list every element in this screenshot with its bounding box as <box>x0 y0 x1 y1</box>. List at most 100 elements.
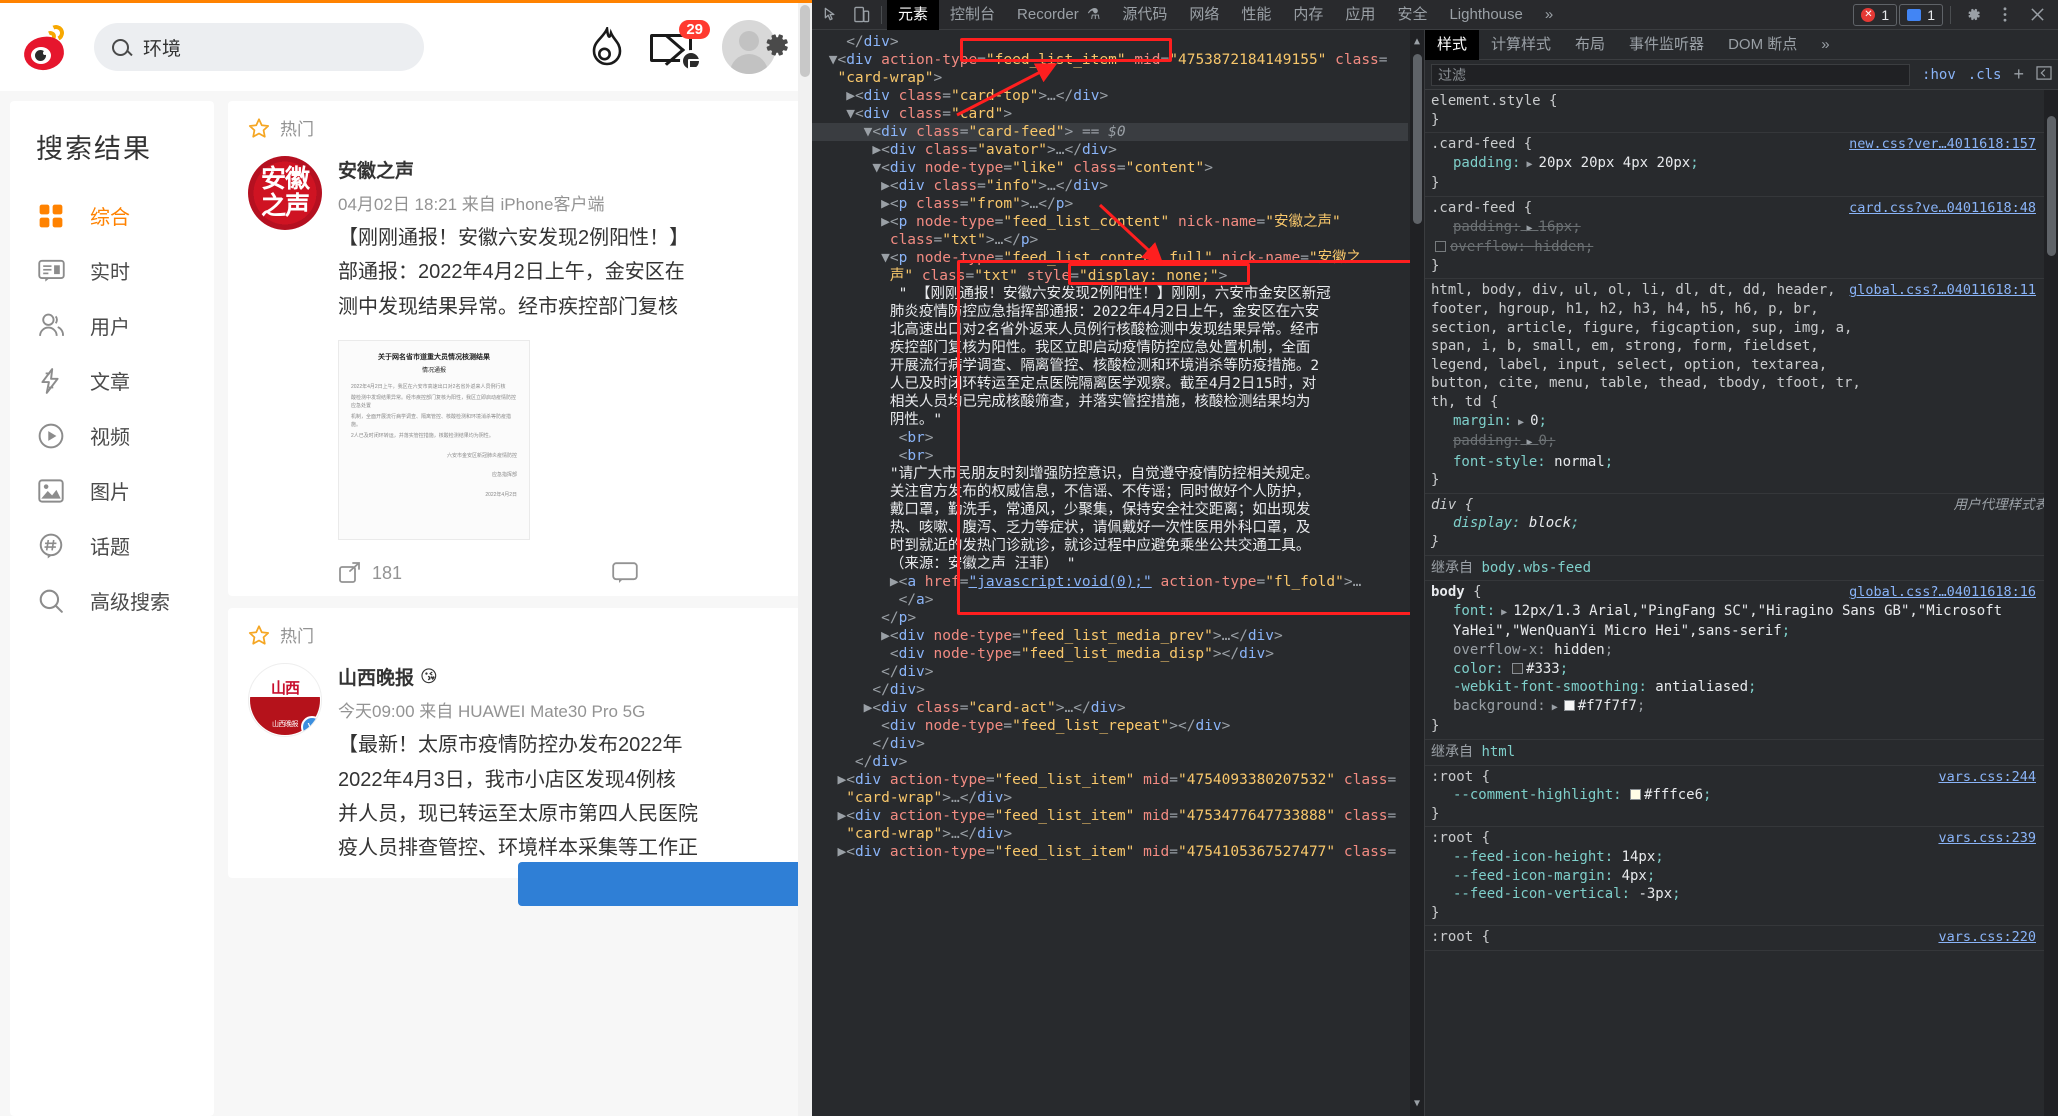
tab-event-listeners[interactable]: 事件监听器 <box>1617 30 1716 60</box>
tab-memory[interactable]: 内存 <box>1282 0 1334 30</box>
page-scrollbar-thumb[interactable] <box>800 5 810 77</box>
gear-icon[interactable] <box>1958 2 1988 28</box>
close-icon[interactable] <box>2022 2 2052 28</box>
dom-text[interactable]: （来源：安徽之声 汪菲） " <box>812 555 1408 573</box>
hov-toggle[interactable]: :hov <box>1922 67 1956 83</box>
feed-username[interactable]: 安徽之声 <box>338 156 792 183</box>
panel-toggle-icon[interactable] <box>2036 64 2052 85</box>
style-declaration[interactable]: color: #333; <box>1431 660 2058 679</box>
dom-text[interactable]: 北高速出口对2名省外返来人员例行核酸检测中发现结果异常。经市 <box>812 321 1408 339</box>
dom-scrollbar-thumb[interactable] <box>1413 54 1422 224</box>
dom-line[interactable]: ▶<div action-type="feed_list_item" mid="… <box>812 807 1408 825</box>
dom-line[interactable]: </div> <box>812 663 1408 681</box>
style-source-link[interactable]: vars.css:239 <box>1938 829 2036 848</box>
dom-line[interactable]: ▼<div class="card"> <box>812 105 1408 123</box>
style-rule-selector[interactable]: html, body, div, ul, ol, li, dl, dt, dd,… <box>1431 281 2058 411</box>
dom-line[interactable]: <div node-type="feed_list_repeat"></div> <box>812 717 1408 735</box>
dom-line[interactable]: class="txt">…</p> <box>812 231 1408 249</box>
style-declaration[interactable]: --feed-icon-height: 14px; <box>1431 848 2058 867</box>
style-rule[interactable]: card.css?ve…04011618:48 .card-feed { pad… <box>1425 197 2058 279</box>
sidebar-item-gaoji-sousuo[interactable]: 高级搜索 <box>10 573 214 628</box>
dom-text[interactable]: 阴性。" <box>812 411 1408 429</box>
gear-icon[interactable] <box>760 29 792 61</box>
style-rule-user-agent[interactable]: 用户代理样式表 div { display: block; } <box>1425 494 2058 556</box>
style-rule-root[interactable]: vars.css:220 :root { <box>1425 926 2058 951</box>
style-rule[interactable]: global.css?…04011618:11 html, body, div,… <box>1425 279 2058 494</box>
dom-scrollbar[interactable]: ▲ ▼ <box>1410 30 1424 1116</box>
style-declaration[interactable]: --comment-highlight: #fffce6; <box>1431 786 2058 805</box>
style-rule-selector[interactable]: element.style { <box>1431 92 2058 111</box>
sidebar-item-zonghe[interactable]: 综合 <box>10 188 214 243</box>
style-rule-root[interactable]: vars.css:244 :root { --comment-highlight… <box>1425 766 2058 828</box>
dom-line[interactable]: </a> <box>812 591 1408 609</box>
style-rule[interactable]: element.style { } <box>1425 90 2058 133</box>
style-rule-body[interactable]: global.css?…04011618:16 body { font: ▶ 1… <box>1425 581 2058 740</box>
style-declaration[interactable]: font: ▶ 12px/1.3 Arial,"PingFang SC","Hi… <box>1431 602 2058 641</box>
dom-text[interactable]: 人已及时闭环转运至定点医院隔离医学观察。截至4月2日15时，对 <box>812 375 1408 393</box>
message-icon[interactable]: 29 <box>650 26 696 68</box>
avatar[interactable]: 山西晚报 V <box>248 663 322 737</box>
flame-icon[interactable] <box>590 27 624 67</box>
dom-line[interactable]: ▶<div node-type="feed_list_media_prev">…… <box>812 627 1408 645</box>
style-source-link[interactable]: global.css?…04011618:11 <box>1849 281 2036 300</box>
tab-security[interactable]: 安全 <box>1386 0 1438 30</box>
sidebar-item-wenzhang[interactable]: 文章 <box>10 353 214 408</box>
sidebar-item-shipin[interactable]: 视频 <box>10 408 214 463</box>
style-source-link[interactable]: card.css?ve…04011618:48 <box>1849 199 2036 218</box>
dom-text[interactable]: "请广大市民朋友时刻增强防控意识，自觉遵守疫情防控相关规定。 <box>812 465 1408 483</box>
dom-line[interactable]: </p> <box>812 609 1408 627</box>
styles-rules-list[interactable]: element.style { } new.css?ver…4011618:15… <box>1425 90 2058 1116</box>
dom-line[interactable]: ▶<div action-type="feed_list_item" mid="… <box>812 843 1408 861</box>
tab-computed[interactable]: 计算样式 <box>1479 30 1563 60</box>
style-declaration[interactable]: --feed-icon-margin: 4px; <box>1431 867 2058 886</box>
dom-text[interactable]: 相关人员均已完成核酸筛查，并落实管控措施，核酸检测结果均为 <box>812 393 1408 411</box>
dom-line[interactable]: ▶<div action-type="feed_list_item" mid="… <box>812 771 1408 789</box>
style-declaration-disabled[interactable]: overflow: hidden; <box>1431 238 2058 257</box>
dom-line[interactable]: ▶<div class="card-act">…</div> <box>812 699 1408 717</box>
inherited-target[interactable]: html <box>1481 744 1515 760</box>
tab-sources[interactable]: 源代码 <box>1111 0 1178 30</box>
repost-icon[interactable] <box>338 562 362 584</box>
dom-text[interactable]: 关注官方发布的权威信息，不信谣、不传谣；同时做好个人防护， <box>812 483 1408 501</box>
dom-line[interactable]: ▶<div class="avator">…</div> <box>812 141 1408 159</box>
feed-image-placeholder[interactable] <box>518 862 812 906</box>
style-declaration[interactable]: overflow-x: hidden; <box>1431 641 2058 660</box>
style-source-link[interactable]: global.css?…04011618:16 <box>1849 583 2036 602</box>
declaration-checkbox[interactable] <box>1435 241 1446 252</box>
more-vertical-icon[interactable] <box>1990 2 2020 28</box>
dom-tree-panel[interactable]: </div> ▼<div action-type="feed_list_item… <box>812 30 1424 1116</box>
style-declaration[interactable]: --feed-icon-vertical: -3px; <box>1431 885 2058 904</box>
style-declaration-disabled[interactable]: padding: ▶ 0; <box>1431 432 2058 453</box>
comment-icon[interactable] <box>612 562 636 584</box>
dom-text[interactable]: 开展流行病学调查、隔离管控、核酸检测和环境消杀等防疫措施。2 <box>812 357 1408 375</box>
dom-line[interactable]: <br> <box>812 447 1408 465</box>
styles-filter-input[interactable] <box>1431 64 1910 86</box>
inspect-element-icon[interactable] <box>816 2 846 28</box>
feed-image-thumbnail[interactable]: 关于网名省市道重大员情况核测结果 情况通报 2022年4月2日上午，我区在六安市… <box>338 340 530 540</box>
dom-line[interactable]: ▼<div action-type="feed_list_item" mid="… <box>812 51 1408 69</box>
device-toolbar-icon[interactable] <box>846 2 876 28</box>
dom-line[interactable]: 声" class="txt" style="display: none;"> <box>812 267 1408 285</box>
tab-styles[interactable]: 样式 <box>1425 30 1479 60</box>
dom-line[interactable]: <div node-type="feed_list_media_disp"></… <box>812 645 1408 663</box>
dom-line[interactable]: ▶<div class="card-top">…</div> <box>812 87 1408 105</box>
dom-line-selected[interactable]: ▼<div class="card-feed"> == $0 <box>812 123 1408 141</box>
scroll-up-icon[interactable]: ▲ <box>1410 34 1424 50</box>
tab-lighthouse[interactable]: Lighthouse <box>1438 0 1533 30</box>
dom-line[interactable]: ▶<div class="info">…</div> <box>812 177 1408 195</box>
style-rule-root[interactable]: vars.css:239 :root { --feed-icon-height:… <box>1425 827 2058 926</box>
style-source-link[interactable]: vars.css:244 <box>1938 768 2036 787</box>
color-swatch[interactable] <box>1564 700 1575 711</box>
style-rule[interactable]: new.css?ver…4011618:157 .card-feed { pad… <box>1425 133 2058 197</box>
dom-text[interactable]: 疾控部门复核为阳性。我区立即启动疫情防控应急处置机制，全面 <box>812 339 1408 357</box>
dom-line[interactable]: ▶<a href="javascript:void(0);" action-ty… <box>812 573 1408 591</box>
dom-line[interactable]: "card-wrap">…</div> <box>812 825 1408 843</box>
tab-console[interactable]: 控制台 <box>939 0 1006 30</box>
style-source-link[interactable]: vars.css:220 <box>1938 928 2036 947</box>
feed-card[interactable]: 热门 安徽 之声 安徽之声 04月02日 18:21 来自 iPhone客户端 … <box>228 101 812 596</box>
dom-text[interactable]: " 【刚刚通报！安徽六安发现2例阳性！】刚刚，六安市金安区新冠 <box>812 285 1408 303</box>
dom-line[interactable]: ▶<p class="from">…</p> <box>812 195 1408 213</box>
sidebar-item-shishi[interactable]: 实时 <box>10 243 214 298</box>
search-input[interactable]: 环境 <box>94 23 424 71</box>
dom-line[interactable]: ▶<p node-type="feed_list_content" nick-n… <box>812 213 1408 231</box>
